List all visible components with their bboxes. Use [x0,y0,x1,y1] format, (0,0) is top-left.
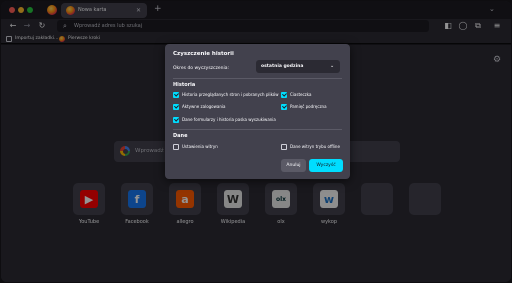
checkbox-unchecked-icon[interactable] [281,144,287,150]
divider [173,78,342,79]
checkbox-checked-icon[interactable] [281,92,287,98]
checkbox-offline-data[interactable]: Dane witryn trybu offline [281,144,340,150]
checkbox-site-settings[interactable]: Ustawienia witryn [173,144,218,150]
checkbox-label: Aktywne zalogowania [182,104,226,109]
checkbox-active-logins[interactable]: Aktywne zalogowania [173,104,225,110]
clear-button[interactable]: Wyczyść [309,159,343,172]
time-range-value: ostatnia godzina [261,64,304,69]
chevron-down-icon: ⌄ [330,63,335,69]
dialog-title: Czyszczenie historii [173,51,234,57]
time-range-label: Okres do wyczyszczenia: [173,66,230,71]
checkbox-label: Dane witryn trybu offline [290,144,340,149]
checkbox-checked-icon[interactable] [173,117,179,123]
checkbox-label: Pamięć podręczna [290,104,327,109]
checkbox-label: Historia przeglądanych stron i pobranych… [182,92,279,97]
cancel-button[interactable]: Anuluj [281,159,306,172]
checkbox-checked-icon[interactable] [173,92,179,98]
time-range-select[interactable]: ostatnia godzina ⌄ [256,60,340,73]
checkbox-cookies[interactable]: Ciasteczka [281,92,311,98]
checkbox-label: Dane formularzy i historia paska wyszuki… [182,117,276,122]
checkbox-form-history[interactable]: Dane formularzy i historia paska wyszuki… [173,117,276,123]
checkbox-label: Ciasteczka [290,92,312,97]
checkbox-label: Ustawienia witryn [182,144,218,149]
checkbox-checked-icon[interactable] [281,104,287,110]
checkbox-cache[interactable]: Pamięć podręczna [281,104,327,110]
history-heading: Historia [173,82,196,88]
checkbox-unchecked-icon[interactable] [173,144,179,150]
browser-window: Nowa karta ✕ + ⌄ ← → ↻ ⌕ Wprowadź adres … [1,1,511,282]
clear-history-dialog: Czyszczenie historii Okres do wyczyszcze… [165,44,350,179]
data-heading: Dane [173,133,188,139]
checkbox-browsing-history[interactable]: Historia przeglądanych stron i pobranych… [173,92,278,98]
divider [173,129,342,130]
checkbox-checked-icon[interactable] [173,104,179,110]
